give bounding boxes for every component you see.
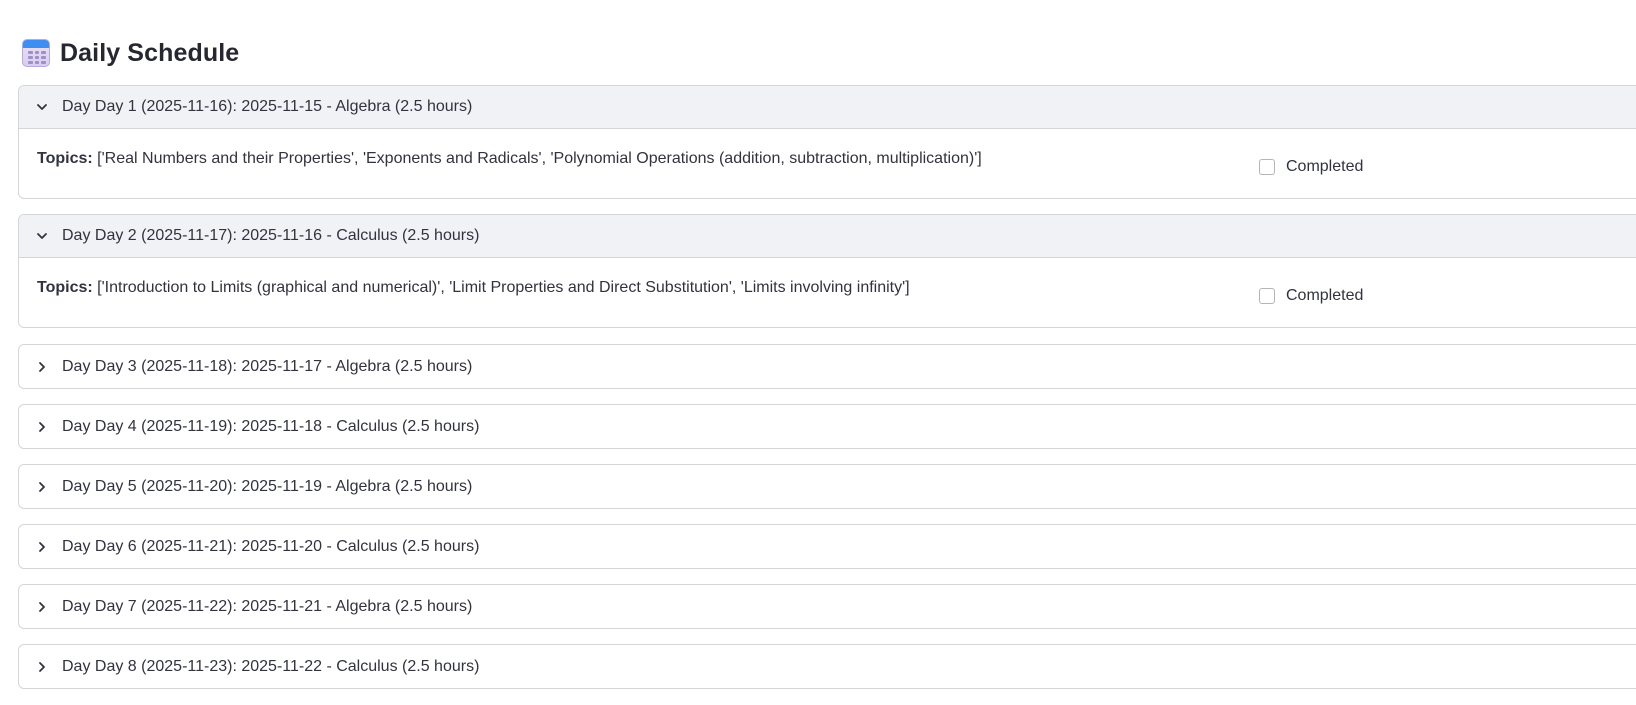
day-expander-header[interactable]: Day Day 3 (2025-11-18): 2025-11-17 - Alg… bbox=[19, 345, 1636, 388]
checkbox-box[interactable] bbox=[1259, 159, 1275, 175]
page-header: Daily Schedule bbox=[22, 36, 239, 70]
day-expander-header[interactable]: Day Day 5 (2025-11-20): 2025-11-19 - Alg… bbox=[19, 465, 1636, 508]
day-expander-8: Day Day 8 (2025-11-23): 2025-11-22 - Cal… bbox=[18, 644, 1636, 689]
day-expander-header[interactable]: Day Day 7 (2025-11-22): 2025-11-21 - Alg… bbox=[19, 585, 1636, 628]
chevron-right-icon bbox=[34, 419, 50, 435]
chevron-right-icon bbox=[34, 599, 50, 615]
day-expander-title: Day Day 5 (2025-11-20): 2025-11-19 - Alg… bbox=[62, 477, 473, 495]
chevron-down-icon bbox=[34, 228, 50, 244]
topics-label: Topics: bbox=[37, 150, 93, 167]
completed-label: Completed bbox=[1286, 287, 1364, 304]
chevron-down-icon bbox=[34, 99, 50, 115]
day-expander-title: Day Day 4 (2025-11-19): 2025-11-18 - Cal… bbox=[62, 417, 480, 435]
topics-label: Topics: bbox=[37, 279, 93, 296]
chevron-right-icon bbox=[34, 659, 50, 675]
day-expander-header[interactable]: Day Day 6 (2025-11-21): 2025-11-20 - Cal… bbox=[19, 525, 1636, 568]
chevron-right-icon bbox=[34, 479, 50, 495]
day-expander-title: Day Day 2 (2025-11-17): 2025-11-16 - Cal… bbox=[62, 227, 480, 244]
day-expander-6: Day Day 6 (2025-11-21): 2025-11-20 - Cal… bbox=[18, 524, 1636, 569]
completed-label: Completed bbox=[1286, 158, 1364, 175]
day-expander-body: Topics: ['Real Numbers and their Propert… bbox=[19, 129, 1636, 198]
completed-checkbox[interactable]: Completed bbox=[1259, 287, 1363, 305]
day-expander-title: Day Day 6 (2025-11-21): 2025-11-20 - Cal… bbox=[62, 537, 480, 555]
day-expander-title: Day Day 7 (2025-11-22): 2025-11-21 - Alg… bbox=[62, 597, 473, 615]
completed-checkbox[interactable]: Completed bbox=[1259, 158, 1363, 176]
day-expander-header[interactable]: Day Day 2 (2025-11-17): 2025-11-16 - Cal… bbox=[19, 215, 1636, 258]
topics-value: ['Real Numbers and their Properties', 'E… bbox=[97, 150, 982, 167]
day-expander-title: Day Day 3 (2025-11-18): 2025-11-17 - Alg… bbox=[62, 357, 473, 375]
day-expander-7: Day Day 7 (2025-11-22): 2025-11-21 - Alg… bbox=[18, 584, 1636, 629]
day-expander-2: Day Day 2 (2025-11-17): 2025-11-16 - Cal… bbox=[18, 214, 1636, 328]
day-expander-body: Topics: ['Introduction to Limits (graphi… bbox=[19, 258, 1636, 327]
chevron-right-icon bbox=[34, 359, 50, 375]
page-title: Daily Schedule bbox=[60, 38, 240, 67]
topics-value: ['Introduction to Limits (graphical and … bbox=[97, 279, 910, 296]
day-expander-5: Day Day 5 (2025-11-20): 2025-11-19 - Alg… bbox=[18, 464, 1636, 509]
checkbox-box[interactable] bbox=[1259, 288, 1275, 304]
topics-text: Topics: ['Real Numbers and their Propert… bbox=[37, 150, 982, 168]
calendar-icon bbox=[22, 39, 50, 67]
day-expander-4: Day Day 4 (2025-11-19): 2025-11-18 - Cal… bbox=[18, 404, 1636, 449]
day-expander-1: Day Day 1 (2025-11-16): 2025-11-15 - Alg… bbox=[18, 85, 1636, 199]
page: Daily Schedule Day Day 1 (2025-11-16): 2… bbox=[0, 0, 1636, 705]
day-expander-3: Day Day 3 (2025-11-18): 2025-11-17 - Alg… bbox=[18, 344, 1636, 389]
day-expander-title: Day Day 1 (2025-11-16): 2025-11-15 - Alg… bbox=[62, 98, 473, 115]
day-expander-header[interactable]: Day Day 4 (2025-11-19): 2025-11-18 - Cal… bbox=[19, 405, 1636, 448]
day-expander-title: Day Day 8 (2025-11-23): 2025-11-22 - Cal… bbox=[62, 657, 480, 675]
day-expander-header[interactable]: Day Day 1 (2025-11-16): 2025-11-15 - Alg… bbox=[19, 86, 1636, 129]
chevron-right-icon bbox=[34, 539, 50, 555]
topics-text: Topics: ['Introduction to Limits (graphi… bbox=[37, 279, 910, 297]
day-expander-header[interactable]: Day Day 8 (2025-11-23): 2025-11-22 - Cal… bbox=[19, 645, 1636, 688]
